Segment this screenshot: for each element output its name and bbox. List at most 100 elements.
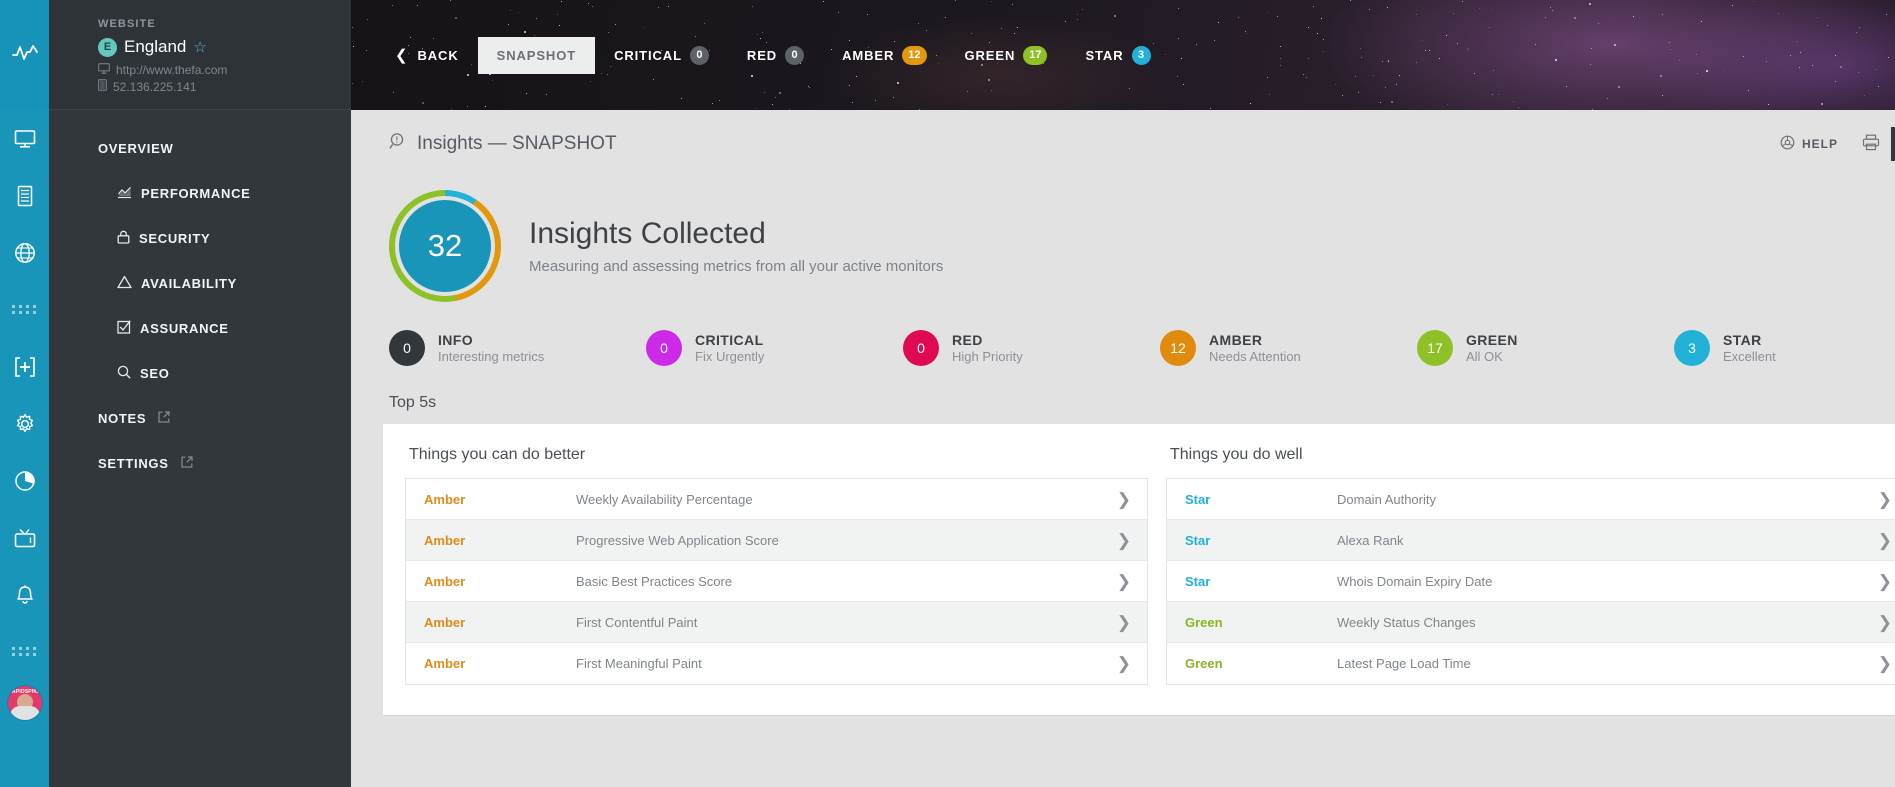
stat-critical[interactable]: 0 CRITICAL Fix Urgently <box>646 330 903 366</box>
gear-icon[interactable] <box>0 395 49 452</box>
table-row[interactable]: Amber Weekly Availability Percentage ❯ <box>406 479 1147 520</box>
sidebar-item-label: ASSURANCE <box>140 321 229 336</box>
row-tag: Amber <box>424 614 466 630</box>
panel-title: Things you do well <box>1170 446 1303 463</box>
row-name: Domain Authority <box>1337 491 1436 507</box>
tab-snapshot[interactable]: SNAPSHOT <box>477 36 596 74</box>
sidebar-item-label: PERFORMANCE <box>141 186 251 201</box>
chevron-right-icon[interactable]: ❯ <box>1117 532 1131 549</box>
stat-name: RED <box>952 332 983 348</box>
stat-count-bubble: 0 <box>389 330 425 366</box>
favourite-star-icon[interactable]: ☆ <box>193 40 206 55</box>
dots-grid-icon[interactable] <box>0 281 49 338</box>
table-row[interactable]: Star Whois Domain Expiry Date ❯ <box>1167 561 1895 602</box>
stat-text: GREEN All OK <box>1466 332 1518 364</box>
chevron-right-icon[interactable]: ❯ <box>1117 655 1131 672</box>
stat-star[interactable]: 3 STAR Excellent <box>1674 330 1895 366</box>
row-name: Whois Domain Expiry Date <box>1337 573 1493 589</box>
stat-info[interactable]: 0 INFO Interesting metrics <box>389 330 646 366</box>
table-row[interactable]: Amber First Meaningful Paint ❯ <box>406 643 1147 684</box>
table-row[interactable]: Green Weekly Status Changes ❯ <box>1167 602 1895 643</box>
rail-logo[interactable] <box>0 0 49 110</box>
stat-green[interactable]: 17 GREEN All OK <box>1417 330 1674 366</box>
refresh-button[interactable] <box>1891 127 1895 161</box>
row-tag: Star <box>1185 573 1211 589</box>
tab-critical[interactable]: CRITICAL 0 <box>595 35 728 76</box>
pie-chart-icon[interactable] <box>0 452 49 509</box>
header-actions: HELP <box>1767 127 1895 161</box>
site-url-row[interactable]: http://www.thefa.com <box>98 63 351 77</box>
avatar[interactable]: RAPIDSPIKE <box>7 686 42 720</box>
sidebar-item-performance[interactable]: PERFORMANCE <box>49 171 351 216</box>
chevron-right-icon[interactable]: ❯ <box>1878 614 1892 631</box>
stat-red[interactable]: 0 RED High Priority <box>903 330 1160 366</box>
stat-name: INFO <box>438 332 474 348</box>
print-button[interactable] <box>1851 127 1891 161</box>
table-row[interactable]: Green Latest Page Load Time ❯ <box>1167 643 1895 684</box>
stat-name: STAR <box>1723 332 1762 348</box>
check-square-icon <box>117 320 131 337</box>
avatar-label: RAPIDSPIKE <box>8 689 41 695</box>
stat-desc: Needs Attention <box>1209 349 1301 364</box>
external-link-icon <box>181 456 193 471</box>
summary-title: Insights Collected <box>529 217 766 250</box>
sidebar-item-notes[interactable]: NOTES <box>49 396 351 441</box>
help-button[interactable]: HELP <box>1767 127 1851 161</box>
sidebar-item-seo[interactable]: SEO <box>49 351 351 396</box>
chevron-right-icon[interactable]: ❯ <box>1117 491 1131 508</box>
site-initial-badge: E <box>98 37 117 57</box>
sidebar-item-security[interactable]: SECURITY <box>49 216 351 261</box>
chevron-right-icon[interactable]: ❯ <box>1878 491 1892 508</box>
help-label: HELP <box>1801 137 1838 151</box>
panel-title: Things you can do better <box>409 446 586 463</box>
chevron-right-icon[interactable]: ❯ <box>1117 614 1131 631</box>
tab-red[interactable]: RED 0 <box>728 35 823 76</box>
chevron-right-icon[interactable]: ❯ <box>1878 573 1892 590</box>
sidebar-item-assurance[interactable]: ASSURANCE <box>49 306 351 351</box>
stat-name: CRITICAL <box>695 332 764 348</box>
stat-text: INFO Interesting metrics <box>438 332 544 364</box>
hero-banner: ❮ BACK SNAPSHOT CRITICAL 0 RED 0 AMBER 1… <box>351 0 1895 110</box>
tab-amber[interactable]: AMBER 12 <box>823 35 945 76</box>
row-tag: Star <box>1185 491 1211 507</box>
stat-desc: Interesting metrics <box>438 349 545 364</box>
row-name: Alexa Rank <box>1337 532 1404 548</box>
lock-icon <box>117 230 130 247</box>
back-button[interactable]: ❮ BACK <box>389 37 478 74</box>
table-row[interactable]: Amber Basic Best Practices Score ❯ <box>406 561 1147 602</box>
bell-icon[interactable] <box>0 566 49 623</box>
row-name: Basic Best Practices Score <box>576 573 733 589</box>
row-name: First Meaningful Paint <box>576 656 702 671</box>
add-box-icon[interactable] <box>0 338 49 395</box>
sidebar-item-label: AVAILABILITY <box>141 276 238 291</box>
sidebar-item-overview[interactable]: OVERVIEW <box>49 126 351 171</box>
sidebar-item-availability[interactable]: AVAILABILITY <box>49 261 351 306</box>
sidebar-item-label: SECURITY <box>139 231 211 246</box>
sidebar-item-settings[interactable]: SETTINGS <box>49 441 351 486</box>
monitor-small-icon <box>98 63 110 77</box>
stat-amber[interactable]: 12 AMBER Needs Attention <box>1160 330 1417 366</box>
status-tab-bar: ❮ BACK SNAPSHOT CRITICAL 0 RED 0 AMBER 1… <box>351 0 1170 110</box>
monitor-icon[interactable] <box>0 110 49 167</box>
table-row[interactable]: Star Alexa Rank ❯ <box>1167 520 1895 561</box>
row-tag: Amber <box>424 532 466 548</box>
chevron-left-icon: ❮ <box>395 46 409 64</box>
table-row[interactable]: Star Domain Authority ❯ <box>1167 479 1895 520</box>
do-well-list: Star Domain Authority ❯ Star Alexa Rank … <box>1166 478 1895 685</box>
row-tag: Amber <box>424 491 466 507</box>
tab-green[interactable]: GREEN 17 <box>946 35 1067 76</box>
avatar-body <box>9 706 40 720</box>
table-row[interactable]: Amber First Contentful Paint ❯ <box>406 602 1147 643</box>
globe-icon[interactable] <box>0 224 49 281</box>
chevron-right-icon[interactable]: ❯ <box>1117 573 1131 590</box>
table-row[interactable]: Amber Progressive Web Application Score … <box>406 520 1147 561</box>
tv-icon[interactable] <box>0 509 49 566</box>
server-icon[interactable] <box>0 167 49 224</box>
row-name: Progressive Web Application Score <box>576 532 779 548</box>
chevron-right-icon[interactable]: ❯ <box>1878 655 1892 672</box>
chevron-right-icon[interactable]: ❯ <box>1878 532 1892 549</box>
dots-grid-icon-2[interactable] <box>0 623 49 680</box>
tab-star[interactable]: STAR 3 <box>1066 35 1169 76</box>
site-name-row[interactable]: E England ☆ <box>98 37 351 57</box>
tab-label: GREEN <box>964 47 1016 63</box>
